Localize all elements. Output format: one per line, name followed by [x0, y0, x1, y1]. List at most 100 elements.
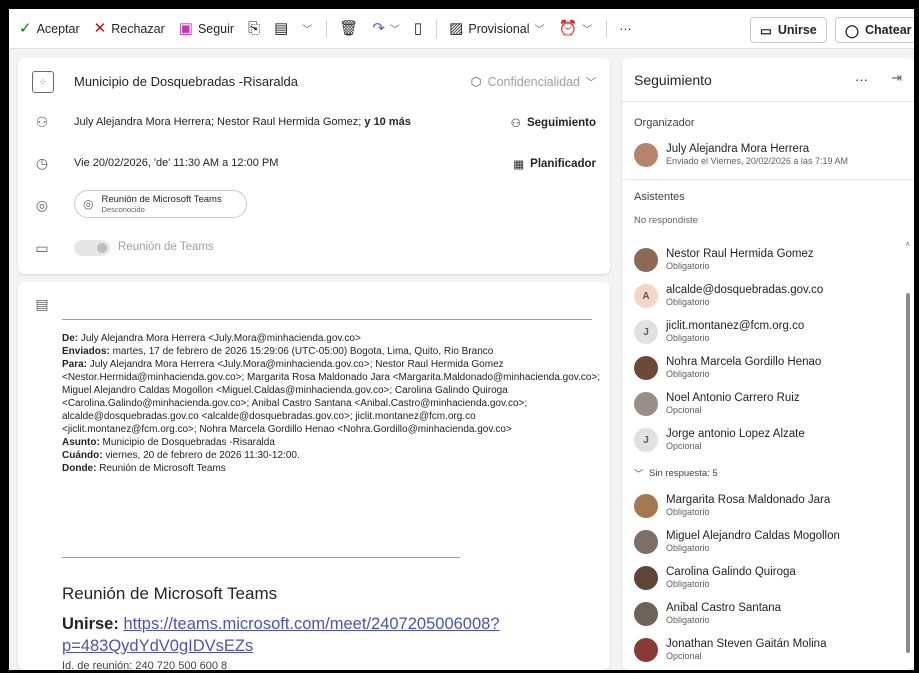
attendee-name: alcalde@dosquebradas.gov.co — [666, 284, 824, 296]
copy-button[interactable]: ▯ — [414, 21, 422, 36]
no-response-group-toggle[interactable]: ﹀ Sin respuesta: 5 — [634, 467, 718, 480]
status-icon: ▨ — [449, 20, 464, 37]
attendee-role: Obligatorio — [666, 507, 710, 517]
forward-button[interactable]: ↷ ﹀ — [372, 21, 400, 36]
reminder-dropdown[interactable]: ⏰ ﹀ — [559, 21, 593, 36]
reject-button[interactable]: ✕ Rechazar — [94, 21, 165, 36]
shield-icon: ⬡ — [470, 75, 482, 89]
avatar — [634, 638, 658, 662]
attendee-item[interactable]: Nestor Raul Hermida Gomez Obligatorio — [634, 248, 814, 272]
avatar — [634, 602, 658, 626]
tracking-button[interactable]: ⚇ Seguimiento — [511, 116, 596, 130]
divider — [606, 19, 608, 38]
organizer[interactable]: July Alejandra Mora Herrera Enviado el V… — [634, 143, 848, 167]
attendee-item[interactable]: Nohra Marcela Gordillo Henao Obligatorio — [634, 356, 821, 380]
avatar — [634, 530, 658, 554]
event-details-card: ⁘ Municipio de Dosquebradas -Risaralda ⬡… — [18, 58, 610, 274]
attendee-role: Obligatorio — [666, 543, 710, 553]
collapse-panel-icon[interactable]: ⇥ — [891, 70, 902, 86]
tracking-panel: Seguimiento ··· ⇥ Organizador July Aleja… — [622, 58, 914, 670]
chat-icon: ◯ — [845, 23, 859, 38]
forwarded-header: De: July Alejandra Mora Herrera <July.Mo… — [62, 333, 600, 474]
delete-button[interactable]: 🗑 — [339, 21, 358, 36]
attendee-role: Obligatorio — [666, 261, 710, 271]
meeting-id: Id. de reunión: 240 720 500 600 8 — [62, 660, 228, 670]
attendee-item[interactable]: Miguel Alejandro Caldas Mogollon Obligato… — [634, 530, 840, 554]
divider — [326, 19, 328, 38]
attendee-item[interactable]: J Jorge antonio Lopez Alzate Opcional — [634, 428, 805, 452]
event-title: Municipio de Dosquebradas -Risaralda — [74, 74, 299, 89]
attendee-item[interactable]: Carolina Galindo Quiroga Obligatorio — [634, 566, 796, 590]
attendees-summary[interactable]: July Alejandra Mora Herrera; Nestor Raul… — [74, 116, 411, 128]
attendee-name: Margarita Rosa Maldonado Jara — [666, 494, 831, 506]
join-link[interactable]: https://teams.microsoft.com/meet/2407205… — [62, 615, 500, 655]
category-icon[interactable]: ⁘ — [32, 71, 54, 93]
attendee-role: Opcional — [666, 441, 702, 451]
attendee-item[interactable]: Margarita Rosa Maldonado Jara Obligatorio — [634, 494, 830, 518]
event-datetime: Vie 20/02/2026, 'de' 11:30 AM a 12:00 PM — [74, 157, 279, 169]
notes-icon: ▤ — [35, 295, 49, 312]
close-icon: ✕ — [93, 20, 107, 37]
attendee-role: Opcional — [666, 405, 702, 415]
avatar — [634, 143, 658, 167]
attendee-name: Nestor Raul Hermida Gomez — [666, 248, 814, 260]
panel-more-button[interactable]: ··· — [855, 72, 868, 87]
divider — [62, 557, 460, 558]
show-as-dropdown[interactable]: ▨ Provisional ﹀ — [449, 21, 544, 36]
chevron-down-icon: ﹀ — [582, 25, 593, 36]
sensitivity-dropdown[interactable]: ⬡ Confidencialidad ﹀ — [470, 74, 596, 90]
attendees-label: Asistentes — [634, 191, 685, 203]
chevron-down-icon: ﹀ — [389, 25, 400, 36]
accept-button[interactable]: ✓ Aceptar — [19, 21, 80, 36]
toggle-knob — [97, 243, 107, 253]
attendee-item[interactable]: Jonathan Steven Gaitán Molina Opcional — [634, 638, 826, 662]
attendee-name: Nohra Marcela Gordillo Henao — [666, 356, 822, 368]
organizer-label: Organizador — [634, 117, 695, 129]
location-chip[interactable]: ◎ Reunión de Microsoft Teams Desconocido — [74, 190, 247, 218]
teams-toggle-label: Reunión de Teams — [118, 241, 214, 253]
scheduler-button[interactable]: ▦ Planificador — [513, 157, 596, 171]
video-camera-icon: ▭ — [760, 23, 772, 38]
chevron-down-icon: ﹀ — [634, 469, 644, 479]
location-status: Desconocido — [101, 205, 145, 214]
attendee-role: Obligatorio — [666, 579, 710, 589]
calendar-follow-icon: ▣ — [178, 20, 193, 37]
response-status: No respondiste — [634, 215, 698, 226]
attendee-item[interactable]: Noel Antonio Carrero Ruiz Opcional — [634, 392, 800, 416]
attendee-role: Opcional — [666, 651, 702, 661]
scheduler-icon: ▦ — [513, 159, 525, 171]
attendee-name: jiclit.montanez@fcm.org.co — [666, 320, 805, 332]
attendee-role: Obligatorio — [666, 369, 710, 379]
alarm-clock-icon: ⏰ — [558, 20, 578, 37]
attendee-name: Miguel Alejandro Caldas Mogollon — [666, 530, 840, 542]
avatar: J — [634, 428, 658, 452]
attendee-item[interactable]: Aalcalde@dosquebradas.gov.co Obligatorio — [634, 284, 823, 308]
calendar-icon: ▤ — [274, 20, 289, 37]
divider — [622, 179, 914, 180]
attendee-item[interactable]: Anibal Castro Santana Obligatorio — [634, 602, 781, 626]
people-icon: ⚇ — [510, 118, 521, 130]
attendee-item[interactable]: Jjiclit.montanez@fcm.org.co Obligatorio — [634, 320, 804, 344]
propose-time-icon: ⎘ — [248, 20, 261, 37]
propose-time-button[interactable]: ⎘ — [248, 21, 260, 36]
attendee-name: Jorge antonio Lopez Alzate — [666, 428, 805, 440]
trash-icon: 🗑 — [339, 20, 359, 37]
location-pin-icon: ◎ — [83, 197, 94, 211]
scrollbar[interactable] — [906, 293, 910, 653]
avatar — [634, 356, 658, 380]
follow-button[interactable]: ▣ Seguir — [179, 21, 234, 36]
attendee-role: Obligatorio — [666, 615, 710, 625]
scroll-up-icon[interactable]: ˄ — [905, 240, 910, 249]
join-button[interactable]: ▭ Unirse — [750, 17, 827, 43]
attendee-name: Jonathan Steven Gaitán Molina — [666, 638, 827, 650]
chat-button[interactable]: ◯ Chatear — [835, 17, 914, 43]
video-camera-icon: ▭ — [35, 239, 49, 256]
teams-meeting-toggle[interactable] — [74, 240, 110, 256]
attendee-name: Anibal Castro Santana — [666, 602, 782, 614]
avatar — [634, 494, 658, 518]
more-options-dropdown[interactable]: ﹀ — [302, 21, 312, 36]
location-name: Reunión de Microsoft Teams — [101, 194, 222, 205]
attendee-role: Obligatorio — [666, 333, 710, 343]
more-actions-button[interactable]: ··· — [619, 22, 632, 36]
calendar-options-button[interactable]: ▤ — [274, 21, 288, 36]
